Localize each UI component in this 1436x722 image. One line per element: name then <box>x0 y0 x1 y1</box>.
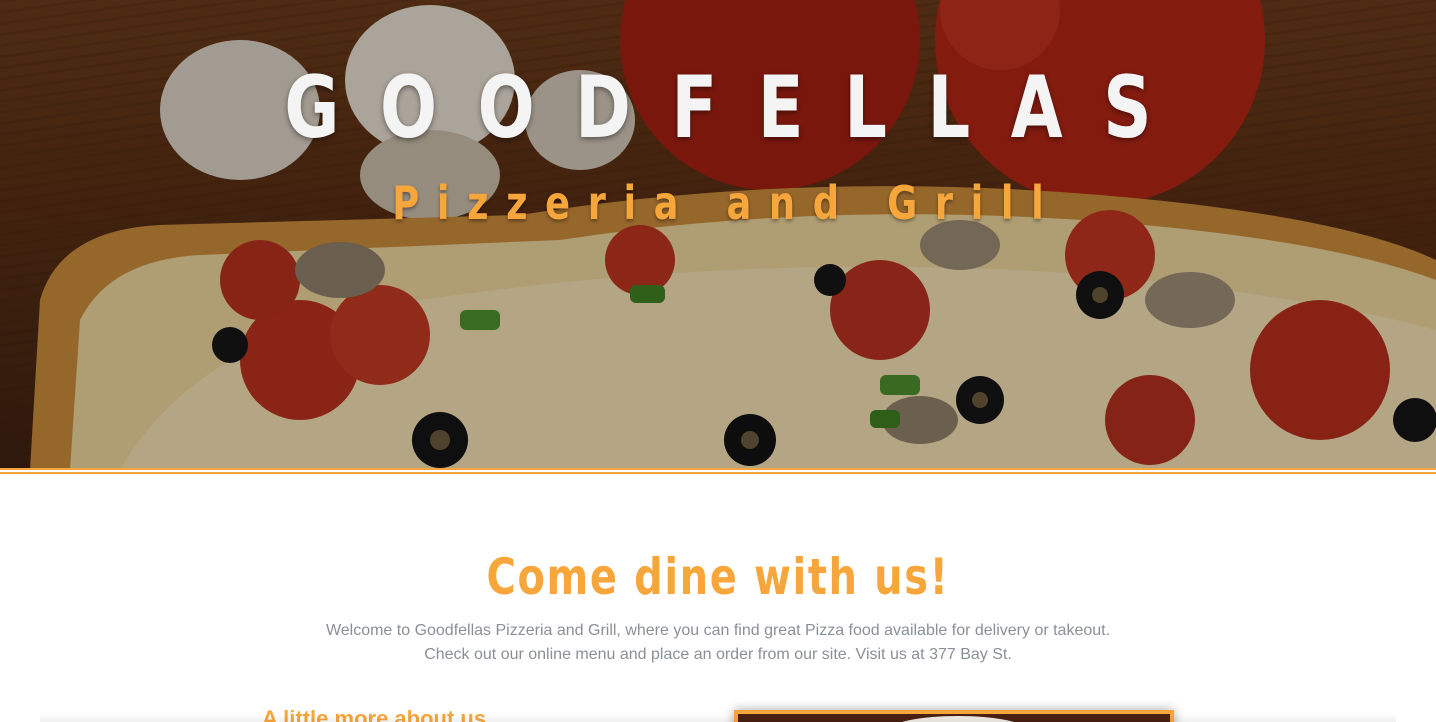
welcome-paragraph: Welcome to Goodfellas Pizzeria and Grill… <box>0 619 1436 667</box>
welcome-line-1: Welcome to Goodfellas Pizzeria and Grill… <box>325 622 1111 639</box>
brand-subtitle: Pizzeria and Grill <box>392 176 1062 230</box>
hero-banner: GOODFELLAS Pizzeria and Grill <box>0 0 1436 470</box>
welcome-heading: Come dine with us! <box>486 548 950 606</box>
welcome-line-2: Check out our online menu and place an o… <box>424 646 1012 663</box>
hero-divider-line-top <box>0 468 1436 470</box>
brand-title: GOODFELLAS <box>284 58 1193 158</box>
hero-divider-line-bottom <box>0 472 1436 474</box>
section-shadow <box>40 714 1396 722</box>
